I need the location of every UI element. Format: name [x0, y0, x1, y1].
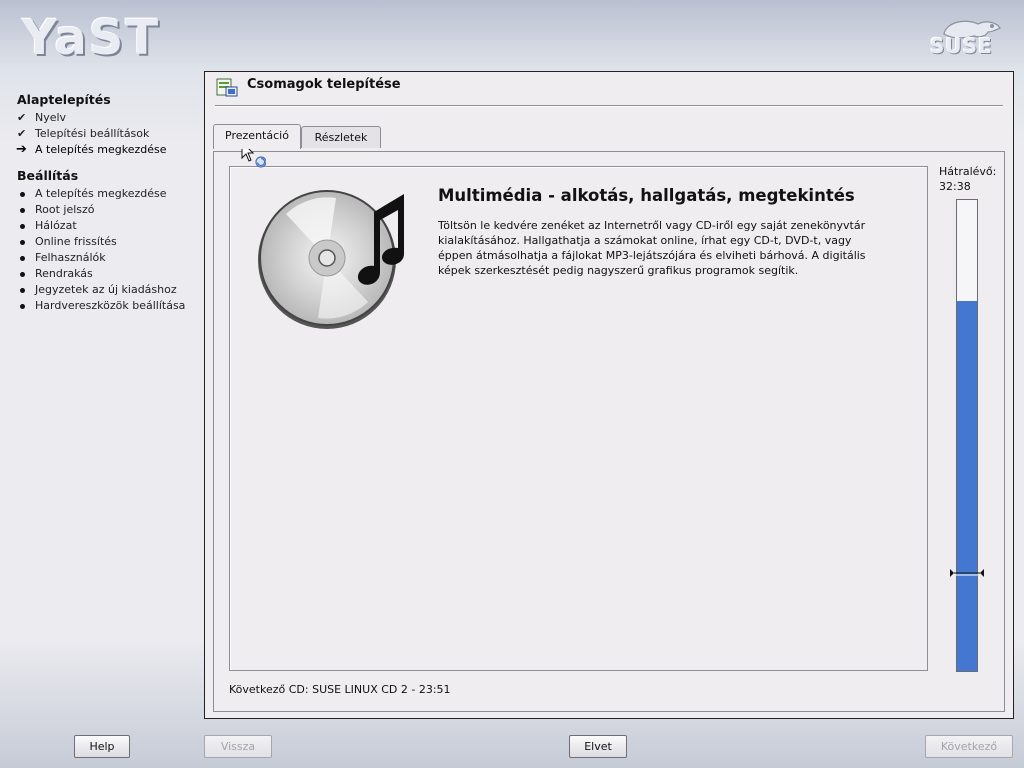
sidebar-item: A telepítés megkezdése [0, 186, 200, 202]
sidebar-heading: Beállítás [17, 168, 79, 183]
bullet-icon [20, 272, 25, 277]
cd-music-icon [258, 190, 404, 329]
back-button[interactable]: Vissza [204, 735, 272, 758]
next-button[interactable]: Következő [925, 735, 1013, 758]
package-install-icon [216, 78, 238, 97]
progress-fill [957, 301, 977, 671]
tab-pane: Multimédia - alkotás, hallgatás, megteki… [213, 151, 1005, 712]
bullet-icon [20, 192, 25, 197]
sidebar-item: ✔ Nyelv [0, 110, 200, 126]
bullet-icon [20, 208, 25, 213]
page-title: Csomagok telepítése [247, 77, 401, 92]
remaining-time: Hátralévő: 32:38 [939, 164, 996, 194]
sidebar-item-label: Root jelszó [35, 203, 95, 216]
sidebar-item-label: Felhasználók [35, 251, 106, 264]
remaining-value: 32:38 [939, 180, 971, 193]
sidebar-item-label: Hardvereszközök beállítása [35, 299, 186, 312]
sidebar-item: Root jelszó [0, 202, 200, 218]
sidebar-list: A telepítés megkezdése Root jelszó Hálózat… [0, 186, 200, 314]
sidebar-item-label: Telepítési beállítások [35, 127, 150, 140]
next-cd-info: Következő CD: SUSE LINUX CD 2 - 23:51 [229, 683, 451, 696]
tab-presentation[interactable]: Prezentáció [213, 124, 301, 149]
help-button[interactable]: Help [74, 735, 130, 758]
sidebar-item: Hardvereszközök beállítása [0, 298, 200, 314]
bullet-icon [20, 288, 25, 293]
bullet-icon [20, 304, 25, 309]
abort-button[interactable]: Elvet [569, 735, 627, 758]
suse-wordmark: SUSE [930, 34, 993, 58]
sidebar: Alaptelepítés ✔ Nyelv ✔ Telepítési beállítás… [0, 92, 200, 324]
slide-title: Multimédia - alkotás, hallgatás, megteki… [438, 186, 855, 205]
sidebar-item: Rendrakás [0, 266, 200, 282]
remaining-label: Hátralévő: [939, 165, 997, 178]
main-panel: Csomagok telepítése Prezentáció Részlete… [204, 71, 1014, 719]
sidebar-item: Hálózat [0, 218, 200, 234]
sidebar-list: ✔ Nyelv ✔ Telepítési beállítások ➔ A telepíté… [0, 110, 200, 158]
sidebar-item-label: Jegyzetek az új kiadáshoz [35, 283, 177, 296]
title-divider [215, 105, 1003, 107]
sidebar-item-label: Online frissítés [35, 235, 117, 248]
bullet-icon [20, 224, 25, 229]
sidebar-item-label: A telepítés megkezdése [35, 187, 167, 200]
sidebar-item-label: Hálózat [35, 219, 77, 232]
cd-boundary-marker [950, 568, 984, 577]
sidebar-item-label: Nyelv [35, 111, 67, 124]
sidebar-item: ✔ Telepítési beállítások [0, 126, 200, 142]
sidebar-item-label: A telepítés megkezdése [35, 143, 167, 156]
sidebar-item: Jegyzetek az új kiadáshoz [0, 282, 200, 298]
sidebar-item: Online frissítés [0, 234, 200, 250]
sidebar-item: ➔ A telepítés megkezdése [0, 142, 200, 158]
yast-logo: YaST [22, 10, 161, 66]
check-icon: ✔ [17, 111, 27, 124]
sidebar-heading: Alaptelepítés [17, 92, 111, 107]
check-icon: ✔ [17, 127, 27, 140]
bullet-icon [20, 240, 25, 245]
slide-area: Multimédia - alkotás, hallgatás, megteki… [229, 166, 928, 671]
tab-details[interactable]: Részletek [301, 126, 381, 148]
install-progress-bar [956, 199, 978, 672]
sidebar-item: Felhasználók [0, 250, 200, 266]
slide-description: Töltsön le kedvére zenéket az Internetrő… [438, 219, 866, 277]
sidebar-item-label: Rendrakás [35, 267, 93, 280]
bullet-icon [20, 256, 25, 261]
arrow-right-icon: ➔ [16, 142, 27, 157]
